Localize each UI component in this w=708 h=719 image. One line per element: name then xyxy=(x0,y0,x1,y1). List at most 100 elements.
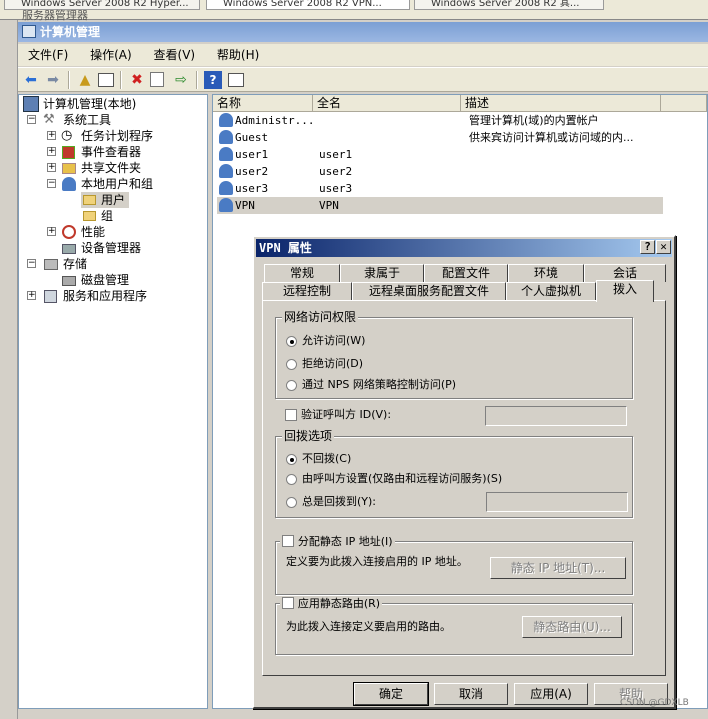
export-icon[interactable]: ⇨ xyxy=(172,71,190,89)
tab-member-of[interactable]: 隶属于 xyxy=(340,264,424,282)
caller-set-callback-radio[interactable] xyxy=(286,474,297,485)
checkbox-label: 验证呼叫方 ID(V): xyxy=(301,408,392,421)
action-pane-icon[interactable] xyxy=(228,73,244,87)
event-viewer-icon xyxy=(62,146,75,159)
tree-node-disk-management[interactable]: 磁盘管理 xyxy=(61,272,129,288)
cancel-button[interactable]: 取消 xyxy=(434,683,508,705)
group-label: 分配静态 IP 地址(I) xyxy=(280,534,395,549)
tree-node-event-viewer[interactable]: 事件查看器 xyxy=(61,144,141,160)
nps-access-radio[interactable] xyxy=(286,380,297,391)
column-header-name[interactable]: 名称 xyxy=(213,95,313,112)
menu-action[interactable]: 操作(A) xyxy=(82,44,140,66)
list-row[interactable]: Administr... 管理计算机(域)的内置帐户 xyxy=(217,112,663,129)
show-hide-tree-icon[interactable] xyxy=(98,73,114,87)
toolbar-separator xyxy=(196,71,198,89)
tree-label: 系统工具 xyxy=(63,113,112,127)
tools-icon: ⚒ xyxy=(43,112,55,127)
services-icon xyxy=(44,290,57,303)
list-row[interactable]: user2 user2 xyxy=(217,163,663,180)
static-ip-group: 分配静态 IP 地址(I) 定义要为此拨入连接启用的 IP 地址。 静态 IP … xyxy=(275,534,633,595)
expand-toggle[interactable]: + xyxy=(47,131,56,140)
verify-caller-id-checkbox[interactable] xyxy=(285,409,297,421)
group-label: 应用静态路由(R) xyxy=(280,596,383,611)
tree-node-services-apps[interactable]: 服务和应用程序 xyxy=(43,288,147,304)
assign-static-ip-checkbox[interactable] xyxy=(282,534,294,547)
tree-node-shared-folders[interactable]: 共享文件夹 xyxy=(61,160,141,176)
menu-file[interactable]: 文件(F) xyxy=(20,44,76,66)
server-manager-title: 服务器管理器 xyxy=(22,9,88,22)
no-callback-radio[interactable] xyxy=(286,454,297,465)
tree-label: 事件查看器 xyxy=(81,145,142,159)
tree-node-performance[interactable]: 性能 xyxy=(61,224,105,240)
list-row[interactable]: user3 user3 xyxy=(217,180,663,197)
allow-access-radio[interactable] xyxy=(286,336,297,347)
collapse-toggle[interactable]: − xyxy=(47,179,56,188)
list-row[interactable]: user1 user1 xyxy=(217,146,663,163)
expand-toggle[interactable]: + xyxy=(47,147,56,156)
list-row[interactable]: Guest 供来宾访问计算机或访问域的内... xyxy=(217,129,663,146)
back-icon[interactable]: ⬅ xyxy=(22,71,40,89)
apply-button[interactable]: 应用(A) xyxy=(514,683,588,705)
cell-fullname: user3 xyxy=(319,182,353,195)
user-icon xyxy=(219,130,233,144)
delete-icon[interactable]: ✖ xyxy=(128,71,146,89)
tree-node-storage[interactable]: 存储 xyxy=(43,256,87,272)
tree-node-system-tools[interactable]: ⚒ 系统工具 xyxy=(43,112,111,128)
tree-label: 设备管理器 xyxy=(81,241,142,255)
user-icon xyxy=(219,181,233,195)
tab-rds-profile[interactable]: 远程桌面服务配置文件 xyxy=(352,282,506,300)
static-routes-button[interactable]: 静态路由(U)... xyxy=(522,616,622,638)
menu-help[interactable]: 帮助(H) xyxy=(209,44,267,66)
collapse-toggle[interactable]: − xyxy=(27,115,36,124)
expand-toggle[interactable]: + xyxy=(47,227,56,236)
tab-dial-in[interactable]: 拨入 xyxy=(596,280,654,302)
tree-node-task-scheduler[interactable]: ◷ 任务计划程序 xyxy=(61,128,153,144)
radio-label: 总是回拨到(Y): xyxy=(302,495,377,508)
forward-icon[interactable]: ➡ xyxy=(44,71,62,89)
callback-number-field xyxy=(486,492,628,512)
help-icon[interactable]: ? xyxy=(640,240,655,254)
outer-tab-3[interactable]: Windows Server 2008 R2 其... xyxy=(414,0,604,10)
close-icon[interactable]: ✕ xyxy=(656,240,671,254)
tab-remote-control[interactable]: 远程控制 xyxy=(262,282,352,300)
outer-tab-2[interactable]: Windows Server 2008 R2 VPN... xyxy=(206,0,410,10)
apply-static-routes-checkbox[interactable] xyxy=(282,596,294,609)
list-row-selected[interactable]: VPN VPN xyxy=(217,197,663,214)
cell-description: 管理计算机(域)的内置帐户 xyxy=(469,114,599,127)
expand-toggle[interactable]: + xyxy=(27,291,36,300)
tree-node-users[interactable]: 用户 xyxy=(81,192,130,208)
tree-node-local-users-groups[interactable]: 本地用户和组 xyxy=(61,176,153,192)
tree-node-groups[interactable]: 组 xyxy=(81,208,113,224)
help-icon[interactable]: ? xyxy=(204,71,222,89)
computer-management-icon xyxy=(22,25,36,38)
disk-icon xyxy=(62,276,76,286)
radio-label: 允许访问(W) xyxy=(302,334,366,347)
collapse-toggle[interactable]: − xyxy=(27,259,36,268)
up-folder-icon[interactable]: ▲ xyxy=(76,71,94,89)
tab-environment[interactable]: 环境 xyxy=(508,264,584,282)
group-label: 网络访问权限 xyxy=(282,310,359,324)
toolbar-separator xyxy=(120,71,122,89)
always-callback-radio[interactable] xyxy=(286,497,297,508)
tab-general[interactable]: 常规 xyxy=(264,264,340,282)
column-header-description[interactable]: 描述 xyxy=(461,95,661,112)
tree-node-root[interactable]: 计算机管理(本地) xyxy=(23,96,136,112)
vpn-properties-dialog: VPN 属性 ? ✕ 常规 隶属于 配置文件 环境 会话 远程控制 远程桌面服务… xyxy=(252,235,676,709)
column-header-fullname[interactable]: 全名 xyxy=(313,95,461,112)
cell-name: VPN xyxy=(235,199,255,212)
ok-button[interactable]: 确定 xyxy=(353,682,429,706)
tree-label: 性能 xyxy=(81,225,106,239)
tab-personal-vm[interactable]: 个人虚拟机 xyxy=(506,282,596,300)
tree-label: 共享文件夹 xyxy=(81,161,142,175)
tab-profile[interactable]: 配置文件 xyxy=(424,264,508,282)
properties-icon[interactable] xyxy=(150,72,164,87)
menu-view[interactable]: 查看(V) xyxy=(146,44,204,66)
deny-access-radio[interactable] xyxy=(286,359,297,370)
expand-toggle[interactable]: + xyxy=(47,163,56,172)
cell-fullname: user2 xyxy=(319,165,353,178)
checkbox-label: 应用静态路由(R) xyxy=(297,597,381,610)
static-ip-button[interactable]: 静态 IP 地址(T)... xyxy=(490,557,626,579)
navigation-tree: 计算机管理(本地) − ⚒ 系统工具 + ◷ 任务计划程序 + 事件查看器 + … xyxy=(18,94,208,709)
tree-node-device-manager[interactable]: 设备管理器 xyxy=(61,240,141,256)
folder-icon xyxy=(83,211,96,221)
